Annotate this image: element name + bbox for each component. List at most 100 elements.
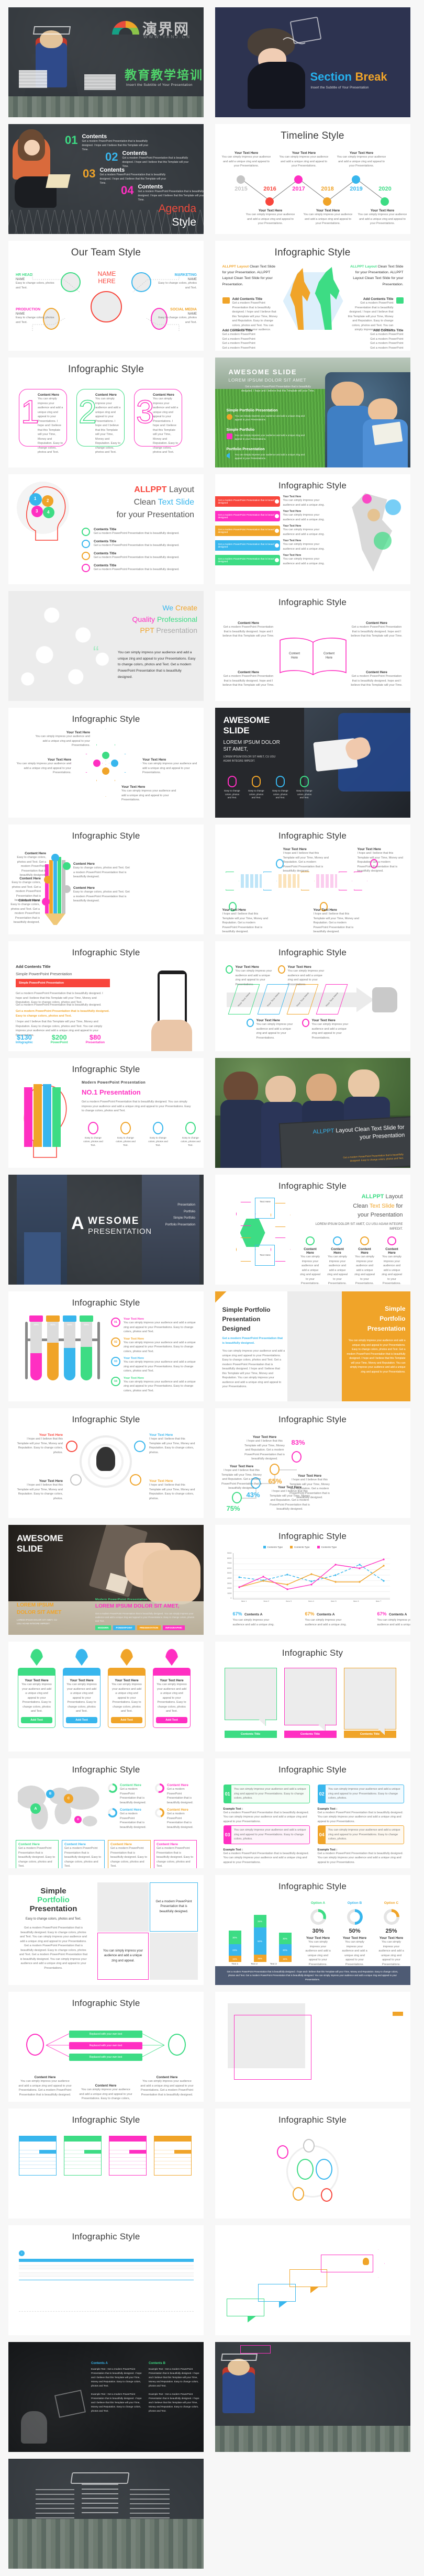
ytick: 9000 — [227, 1552, 232, 1554]
cell — [135, 2272, 165, 2277]
slide-stacked-bars[interactable]: Infographic Style 30% 23% 15% 25% 50% 39% 30… — [215, 1875, 410, 1985]
add-text-button[interactable]: Add Text — [21, 1716, 52, 1723]
tag[interactable]: INFOGRAPHIC — [163, 1625, 185, 1630]
option-donut — [383, 1909, 399, 1925]
slide-puzzle[interactable]: We Create Quality Professional PPT Prese… — [8, 591, 204, 701]
l3: your Presentation — [358, 1212, 403, 1219]
cell — [106, 2265, 136, 2269]
link[interactable]: Presentation — [165, 1202, 195, 1209]
link[interactable]: Simple Portfolio — [165, 1215, 195, 1222]
camera-icon — [222, 297, 230, 304]
slide-silhouettes[interactable]: Infographic Style ALLPPT Layout Clean Te… — [215, 241, 410, 351]
slide-table[interactable]: Infographic Style › — [8, 2225, 204, 2335]
plan-row — [19, 2161, 56, 2165]
slide-portfolio-designed[interactable] — [215, 1992, 410, 2102]
slide-phone-prices[interactable]: Infographic Style Add Contents Title Sim… — [8, 941, 204, 1051]
panel-title: Simple Portfolio Presentation — [367, 1305, 406, 1333]
donut-chart — [108, 1783, 117, 1793]
slide-awesome-grass[interactable]: AWESOME SLIDE LOREM IPSUM DOLOR SIT AMET… — [215, 358, 410, 467]
slide-our-team[interactable]: Our Team Style NAME HERE HR HEAD NAME Eas… — [8, 241, 204, 351]
tag[interactable]: PRESENTATION — [137, 1625, 161, 1630]
slide-cluster[interactable]: Infographic Style — [215, 2109, 410, 2218]
callout-num: 02 — [318, 1785, 326, 1803]
slide-awesome-tablet[interactable]: AWESOME SLIDE LOREM IPSUM DOLOR SIT AMET… — [215, 708, 410, 818]
bullet: Get a modern PowerPoint — [222, 346, 255, 350]
slide-section-break[interactable]: Section Break Insert the Subtitle of You… — [215, 7, 410, 117]
cell — [106, 2276, 136, 2280]
map-pin: A — [30, 1803, 41, 1814]
slide-portfolio-orange[interactable]: Simple Portfolio Presentation Designed G… — [215, 1291, 410, 1401]
lead-text: ALLPPT — [134, 485, 167, 494]
kicker: Modern PowerPoint Presentation — [95, 1598, 148, 1601]
slide-students[interactable]: ALLPPT Layout Clean Text Slide for your … — [215, 1058, 410, 1168]
hand-graphic — [151, 1020, 192, 1051]
left-b: DOLOR SIT AMET — [17, 1610, 62, 1615]
callout-body: You can simply impress your audience and… — [328, 1788, 400, 1800]
slide-pricing[interactable]: Infographic Style — [8, 2109, 204, 2218]
slide-thank-you[interactable] — [8, 2459, 204, 2569]
slide-speech-bubbles[interactable]: Infographic Sty Contents Title Contents … — [215, 1642, 410, 1752]
cell-label: Text Here — [260, 1254, 271, 1257]
slide-compass[interactable]: Infographic Style Your Text Here You can … — [8, 708, 204, 818]
slide-callouts[interactable]: Infographic Style 01 You can simply impre… — [215, 1758, 410, 1868]
stat-body: You can simply impress your audience and… — [305, 1619, 347, 1626]
slide-thumbs-arrows[interactable]: Infographic Style Your Text Here Your Te… — [215, 941, 410, 1051]
plan-note — [109, 2168, 146, 2175]
add-text-button[interactable]: Add Text — [156, 1716, 187, 1723]
slide-columns-photo[interactable] — [215, 2342, 410, 2452]
add-text-button[interactable]: Add Text — [111, 1716, 142, 1723]
slide-cover[interactable]: 演界网 WWW.YANJ.CN 教育教学培训 Insert the Subtit… — [8, 7, 204, 117]
card-heading: Content Here — [153, 393, 174, 397]
slide-timeline[interactable]: Timeline Style 2015 2016 2017 2018 2019 … — [215, 124, 410, 234]
add-text-button[interactable]: Add Text — [66, 1716, 97, 1723]
caption-title: Content Here — [34, 2076, 56, 2079]
slide-network[interactable]: Infographic Style Replaced with your own… — [8, 1992, 204, 2102]
slide-bars-map[interactable]: Infographic Style Get a modern PowerPoin… — [215, 474, 410, 584]
arrow-head — [371, 2249, 385, 2278]
link[interactable]: Portfolio — [165, 1209, 195, 1215]
chat-icon — [102, 752, 109, 759]
slide-agenda[interactable]: 01 Contents Get a modern PowerPoint Pres… — [8, 124, 204, 234]
pin-icon — [30, 1649, 43, 1666]
sound-icon — [333, 1236, 342, 1245]
step-pct: 65% — [268, 1477, 282, 1485]
link[interactable]: Portfolio Presentation — [165, 1222, 195, 1229]
corner-body: Get a modern PowerPoint Presentation tha… — [351, 626, 403, 638]
left-body: You can simply impress your audience and… — [222, 1350, 285, 1389]
tag[interactable]: POWERPOINT — [113, 1625, 135, 1630]
slide-awesome-presentation[interactable]: A WESOME PRESENTATION Presentation Portf… — [8, 1175, 204, 1285]
slide-steps-arrow[interactable] — [215, 2225, 410, 2335]
slide-brain[interactable]: 1 2 3 4 ALLPPT Layout Clean Text Slide f… — [8, 474, 204, 584]
slide-head-no1[interactable]: Infographic Style Modern PowerPoint Pres… — [8, 1058, 204, 1168]
step-tail — [310, 2287, 319, 2293]
slide-chevrons[interactable]: Infographic Style Your Text Here I hope a… — [215, 824, 410, 934]
book-icon — [225, 965, 233, 974]
slide-pencil[interactable]: Infographic Style Content Here Easy to ch… — [8, 824, 204, 934]
cell — [135, 2265, 165, 2269]
slide-portfolio-grid[interactable]: Simple Portfolio Presentation Easy to ch… — [8, 1875, 204, 1985]
hand-icon — [82, 564, 90, 572]
agenda-body: Get a modern PowerPoint Presentation tha… — [138, 190, 204, 202]
slide-pins-cards[interactable]: Your Text Here You can simply impress you… — [8, 1642, 204, 1752]
slide-column-dark[interactable]: Contents A Example Text : Get a modern P… — [8, 2342, 204, 2452]
timeline-year: 2019 — [350, 186, 363, 192]
cell — [135, 2276, 165, 2280]
slide-hexagon[interactable]: Infographic Style Text Here Text Here AL… — [215, 1175, 410, 1285]
plan-row — [64, 2161, 101, 2165]
slide-line-chart[interactable]: Infographic Style Contents Type Contents… — [215, 1525, 410, 1635]
price-value: $200 — [51, 1033, 67, 1041]
col-body: Example Text : Get a modern PowerPoint P… — [149, 2368, 199, 2388]
slide-numbers-123[interactable]: Infographic Style 1 Content Here You can… — [8, 358, 204, 467]
plan-row — [19, 2154, 56, 2157]
slide-test-tubes[interactable]: Infographic Style 40% 80% 60% 60% 01 Your… — [8, 1291, 204, 1401]
slide-open-book[interactable]: Infographic Style Content Here Content Her… — [215, 591, 410, 701]
slide-head-circle[interactable]: Infographic Style Your Text Here I hope a… — [8, 1408, 204, 1518]
slide-stairs[interactable]: Infographic Style 75% 43% 65% 83% Your T… — [215, 1408, 410, 1518]
bag-icon — [66, 1441, 77, 1452]
slide-world-map[interactable]: Infographic Style A B C D Content Here Ge… — [8, 1758, 204, 1868]
contents-button[interactable] — [392, 2012, 403, 2016]
slide-awesome-writing[interactable]: AWESOME SLIDE LOREM IPSUM DOLOR SIT AMET… — [8, 1525, 204, 1635]
tag[interactable]: MODERN — [95, 1625, 111, 1630]
arm-title: Your Text Here — [142, 758, 166, 762]
lead-text: ALLPPT Layout — [222, 265, 249, 269]
